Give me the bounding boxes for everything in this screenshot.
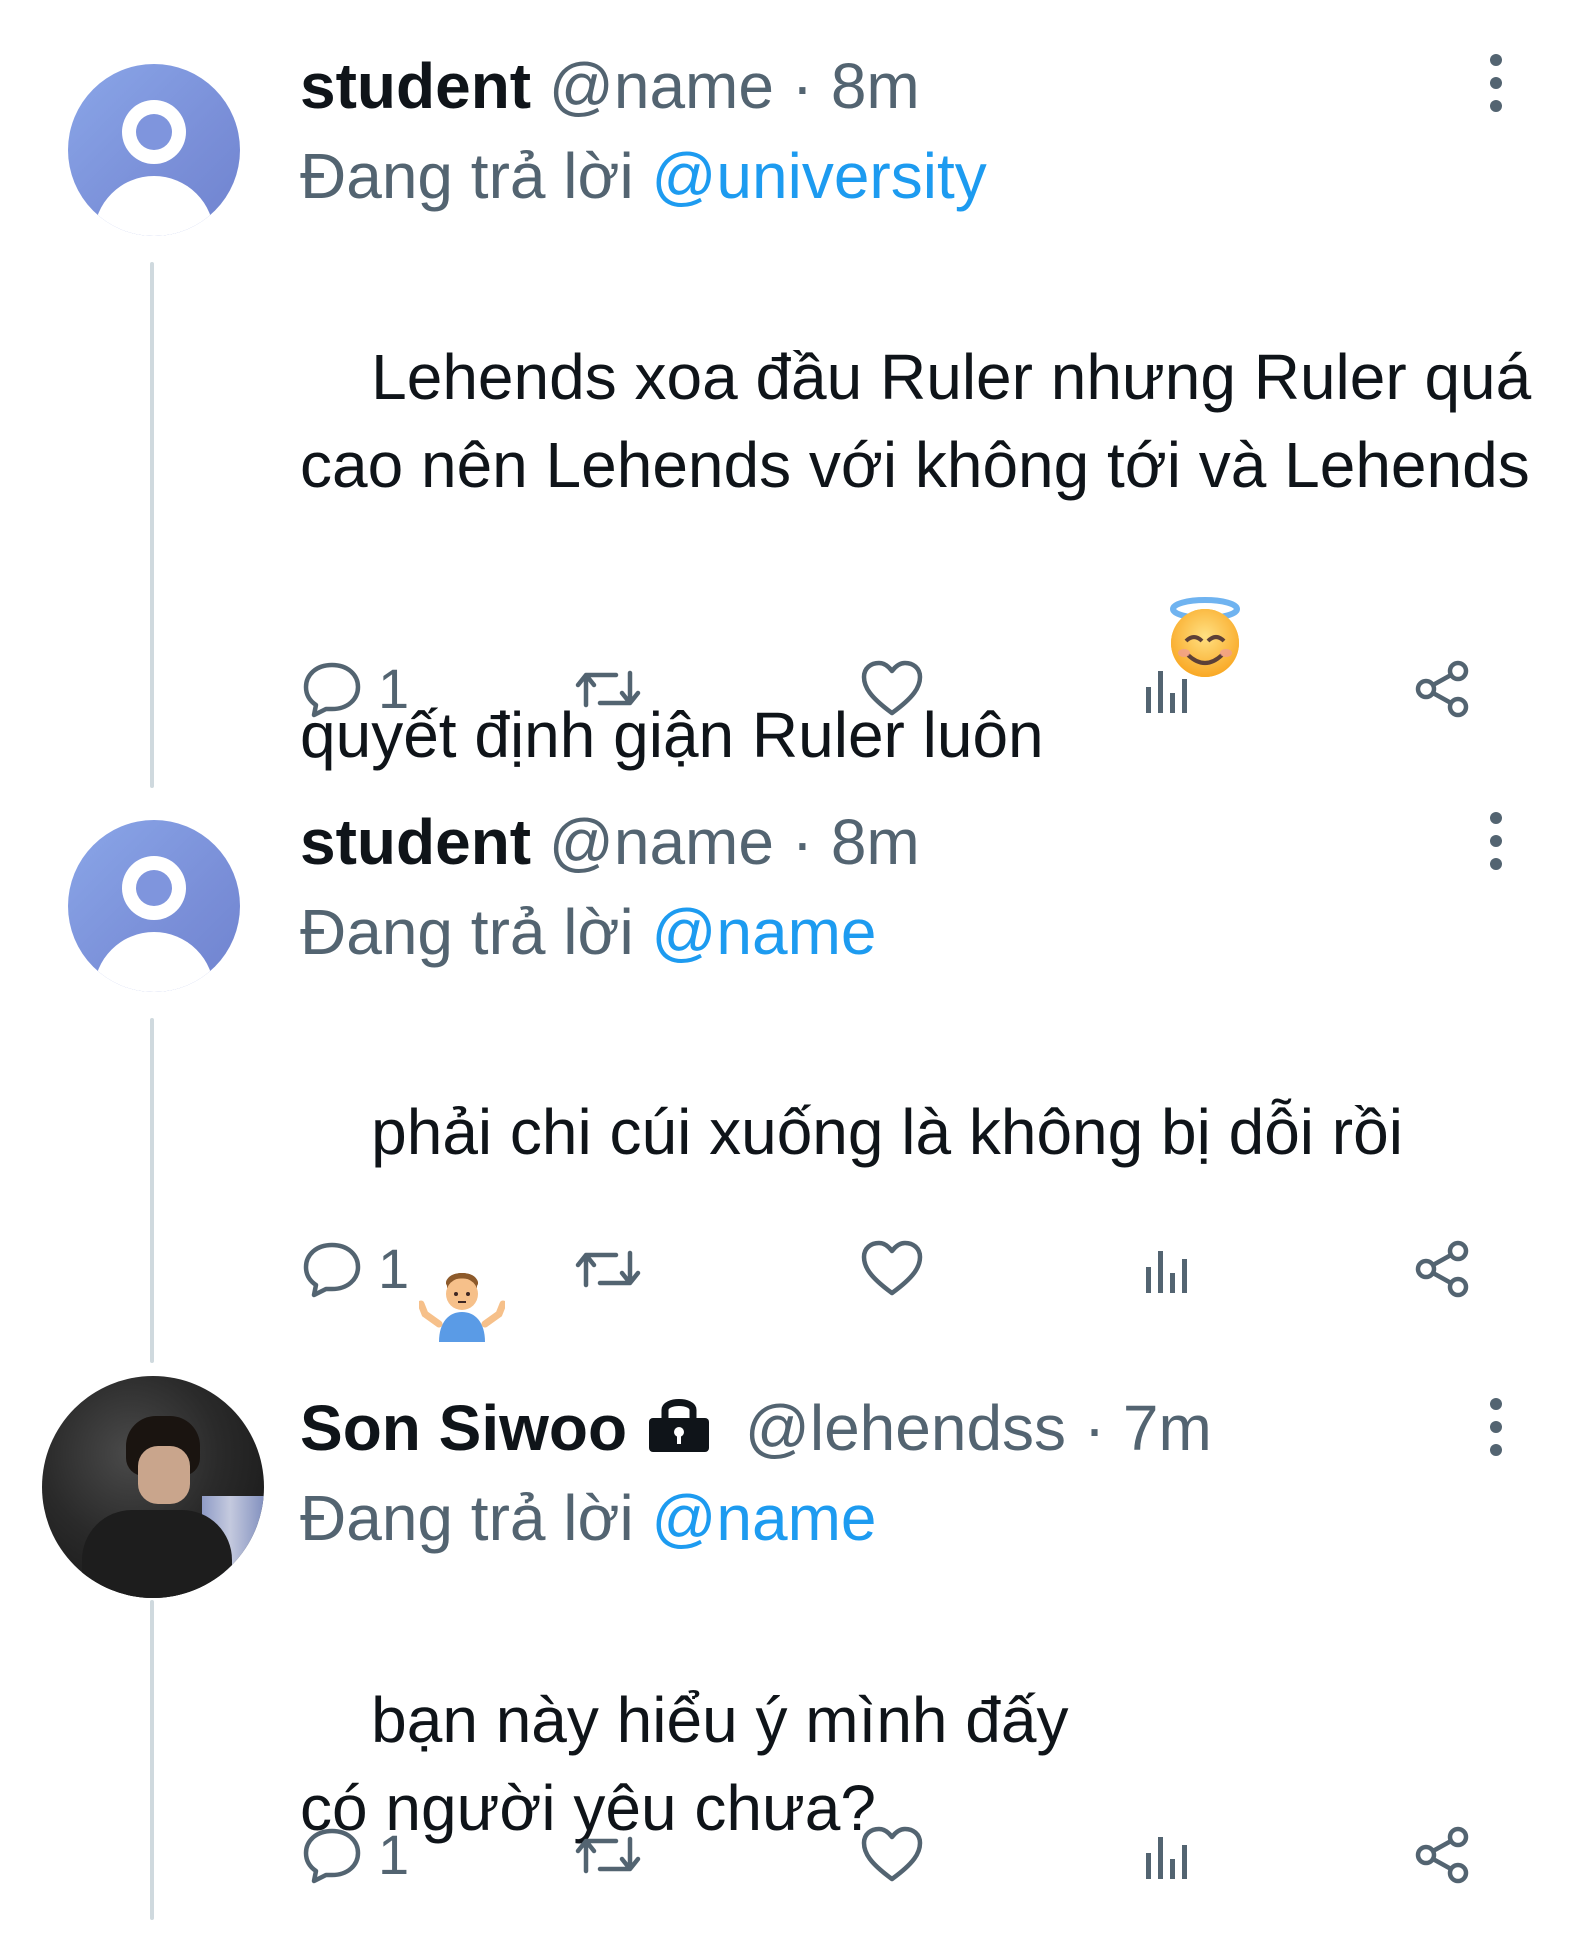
- default-avatar-head: [122, 856, 186, 920]
- heart-icon: [861, 1826, 923, 1882]
- heart-icon: [861, 1240, 923, 1296]
- display-name[interactable]: Son Siwoo: [300, 1392, 627, 1464]
- timestamp[interactable]: 8m: [831, 50, 920, 122]
- reply-icon: [303, 662, 361, 718]
- default-avatar-body: [94, 932, 214, 992]
- mention-link[interactable]: @name: [651, 896, 876, 968]
- views-button[interactable]: [1140, 1234, 1196, 1304]
- reply-icon: [303, 1242, 361, 1298]
- tweet-text: Lehends xoa đầu Ruler nhưng Ruler quá ca…: [300, 245, 1560, 877]
- separator-dot: ·: [1083, 1392, 1106, 1464]
- reply-count: 1: [378, 1823, 410, 1886]
- replying-to: Đang trả lời @university: [300, 138, 987, 214]
- share-button[interactable]: [1412, 1820, 1476, 1890]
- more-options-icon[interactable]: [1488, 54, 1504, 114]
- retweet-icon: [575, 1250, 641, 1288]
- tweet-text-content: phải chi cúi xuống là không bị dỗi rồi: [371, 1096, 1403, 1168]
- lock-icon: [641, 1392, 717, 1470]
- tweet-header: student @name · 8m: [300, 48, 920, 124]
- display-name[interactable]: student: [300, 50, 531, 122]
- reply-button[interactable]: 1: [300, 654, 409, 724]
- tweet-header: student @name · 8m: [300, 804, 920, 880]
- share-icon: [1415, 1826, 1469, 1884]
- views-icon: [1146, 671, 1187, 713]
- share-button[interactable]: [1412, 1234, 1476, 1304]
- separator-dot: ·: [791, 50, 814, 122]
- views-button[interactable]: [1140, 654, 1196, 724]
- avatar-photo-face: [138, 1446, 190, 1504]
- user-handle[interactable]: @name: [549, 50, 774, 122]
- like-button[interactable]: [860, 1820, 924, 1890]
- reply-count: 1: [378, 657, 410, 720]
- avatar[interactable]: [42, 1376, 264, 1598]
- like-button[interactable]: [860, 1234, 924, 1304]
- smiling-face-with-halo-icon: [1056, 509, 1249, 789]
- like-button[interactable]: [860, 654, 924, 724]
- share-button[interactable]: [1412, 654, 1476, 724]
- mention-link[interactable]: @name: [651, 1482, 876, 1554]
- share-icon: [1415, 1240, 1469, 1298]
- mention-link[interactable]: @university: [651, 140, 986, 212]
- more-options-icon[interactable]: [1488, 812, 1504, 872]
- heart-icon: [861, 660, 923, 716]
- share-icon: [1415, 660, 1469, 718]
- retweet-button[interactable]: [572, 654, 644, 724]
- separator-dot: ·: [791, 806, 814, 878]
- avatar-photo-body: [82, 1510, 232, 1598]
- avatar[interactable]: [68, 820, 240, 992]
- tweet-actions: 1: [300, 1820, 1480, 1890]
- retweet-icon: [575, 1836, 641, 1874]
- timestamp[interactable]: 7m: [1123, 1392, 1212, 1464]
- tweet-actions: 1: [300, 1234, 1480, 1304]
- tweet-actions: 1: [300, 654, 1480, 724]
- retweet-button[interactable]: [572, 1234, 644, 1304]
- reply-count: 1: [378, 1237, 410, 1300]
- views-button[interactable]: [1140, 1820, 1196, 1890]
- replying-to: Đang trả lời @name: [300, 894, 877, 970]
- user-handle[interactable]: @name: [549, 806, 774, 878]
- replying-to: Đang trả lời @name: [300, 1480, 877, 1556]
- reply-button[interactable]: 1: [300, 1234, 409, 1304]
- replying-prefix: Đang trả lời: [300, 1482, 634, 1554]
- retweet-icon: [575, 670, 641, 708]
- tweet-header: Son Siwoo @lehendss · 7m: [300, 1390, 1212, 1470]
- default-avatar-body: [94, 176, 214, 236]
- timestamp[interactable]: 8m: [831, 806, 920, 878]
- thread-line: [150, 1018, 154, 1363]
- views-icon: [1146, 1251, 1187, 1293]
- more-options-icon[interactable]: [1488, 1398, 1504, 1458]
- thread-line: [150, 1600, 154, 1920]
- retweet-button[interactable]: [572, 1820, 644, 1890]
- replying-prefix: Đang trả lời: [300, 140, 634, 212]
- thread-line: [150, 262, 154, 788]
- reply-icon: [303, 1828, 361, 1884]
- views-icon: [1146, 1837, 1187, 1879]
- default-avatar-head: [122, 100, 186, 164]
- replying-prefix: Đang trả lời: [300, 896, 634, 968]
- user-handle[interactable]: @lehendss: [745, 1392, 1066, 1464]
- avatar[interactable]: [68, 64, 240, 236]
- display-name[interactable]: student: [300, 806, 531, 878]
- reply-button[interactable]: 1: [300, 1820, 409, 1890]
